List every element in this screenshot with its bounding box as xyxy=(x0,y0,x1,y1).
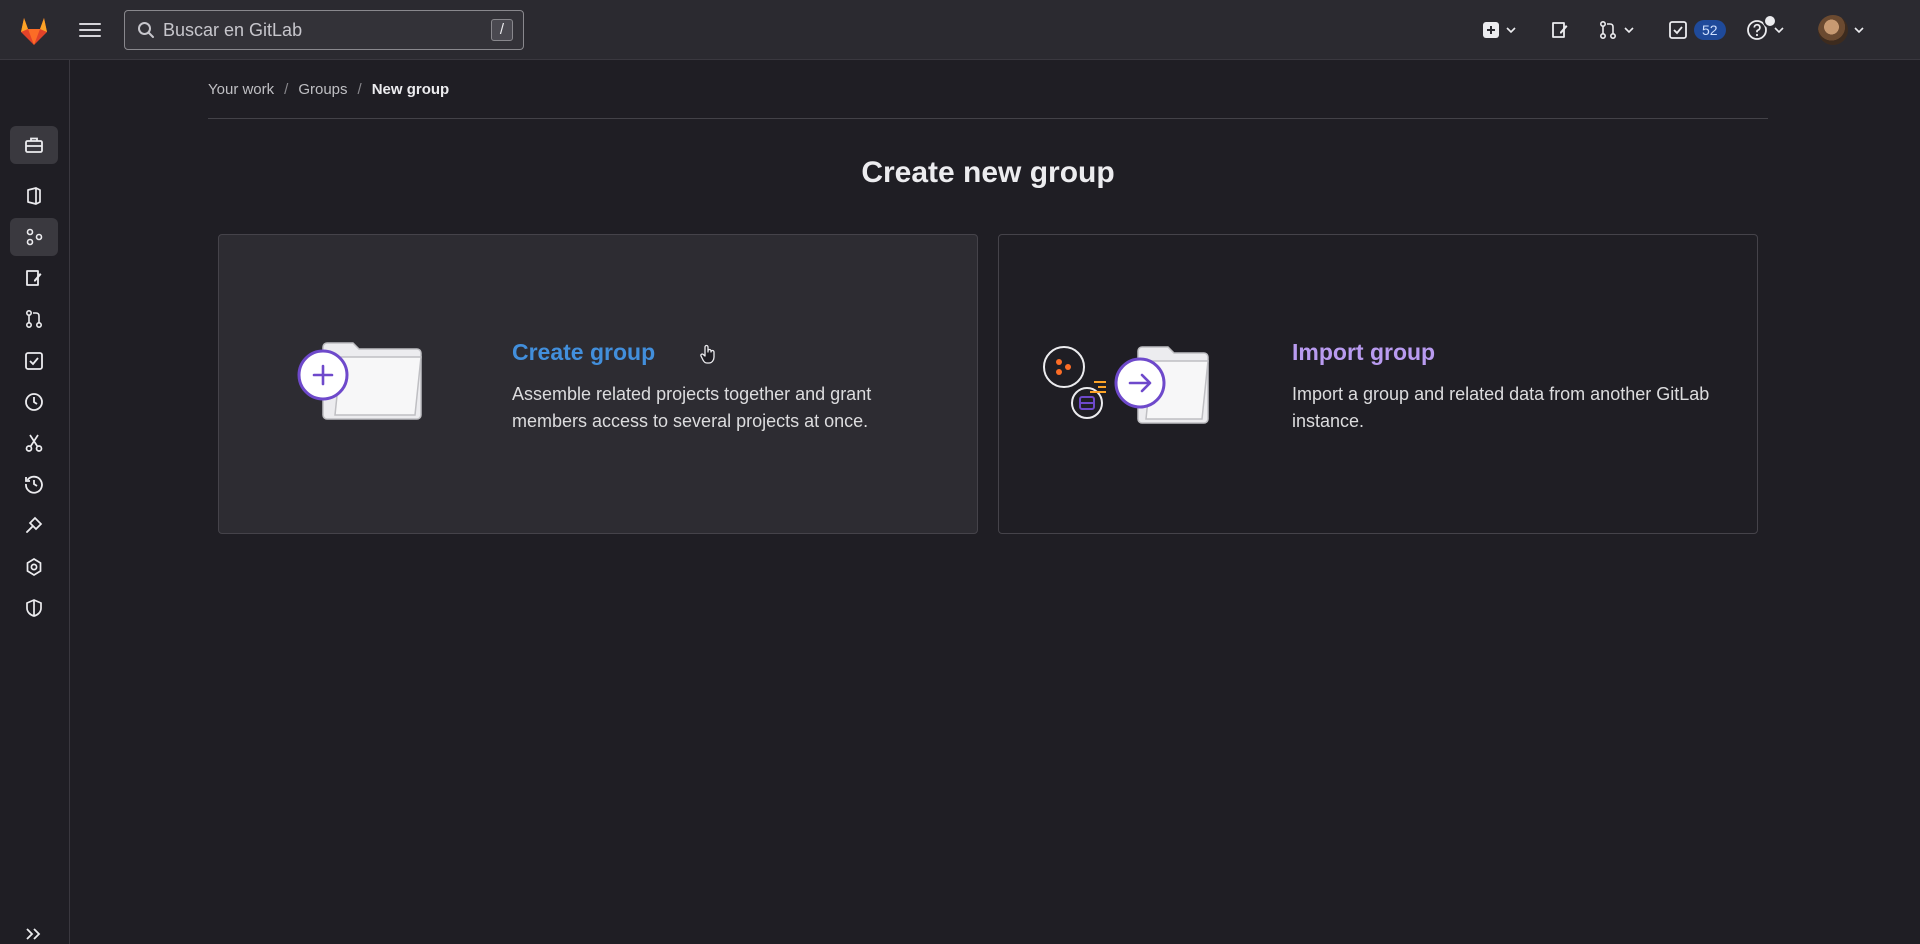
sidebar-item-projects[interactable] xyxy=(10,177,58,215)
sidebar-item-issues[interactable] xyxy=(10,259,58,297)
sidebar-item-milestones[interactable] xyxy=(10,383,58,421)
hamburger-line xyxy=(79,23,101,25)
sidebar xyxy=(0,60,70,944)
breadcrumb-separator: / xyxy=(284,80,289,98)
divider xyxy=(208,118,1768,119)
todos-count-badge: 52 xyxy=(1694,20,1726,40)
issues-icon xyxy=(1552,22,1568,38)
sidebar-item-todos[interactable] xyxy=(10,342,58,380)
briefcase-icon xyxy=(25,137,43,153)
import-group-title[interactable]: Import group xyxy=(1292,339,1435,366)
cloud-gear-icon xyxy=(26,558,42,576)
history-icon xyxy=(25,475,43,494)
hamburger-line xyxy=(79,29,101,31)
deployments-icon xyxy=(26,516,43,533)
breadcrumb-new-group[interactable]: New group xyxy=(372,81,450,98)
sidebar-item-your-work[interactable] xyxy=(10,126,58,164)
breadcrumb-your-work[interactable]: Your work xyxy=(208,81,274,98)
plus-square-icon xyxy=(1483,22,1499,38)
scissors-icon xyxy=(25,434,43,452)
search-shortcut-key: / xyxy=(491,19,513,41)
shield-icon xyxy=(26,599,42,617)
sidebar-item-snippets[interactable] xyxy=(10,424,58,462)
todo-checkbox-icon xyxy=(25,352,43,370)
merge-requests-button[interactable] xyxy=(1598,14,1634,46)
clock-icon xyxy=(25,393,43,411)
sidebar-item-security[interactable] xyxy=(10,589,58,627)
folder-plus-illustration-icon xyxy=(297,342,422,420)
issues-icon xyxy=(26,270,42,286)
hamburger-line xyxy=(79,35,101,37)
project-icon xyxy=(27,187,41,205)
todos-button[interactable]: 52 xyxy=(1668,14,1726,46)
expand-sidebar-icon[interactable] xyxy=(24,926,44,942)
search-input[interactable]: Buscar en GitLab / xyxy=(124,10,524,50)
create-group-description: Assemble related projects together and g… xyxy=(512,384,872,431)
folder-import-illustration-icon xyxy=(1043,346,1209,424)
breadcrumb: Your work / Groups / New group xyxy=(208,78,449,100)
sidebar-item-groups[interactable] xyxy=(10,218,58,256)
breadcrumb-separator: / xyxy=(357,80,362,98)
avatar xyxy=(1818,15,1848,45)
notification-dot xyxy=(1763,14,1777,28)
todo-checkbox-icon xyxy=(1669,21,1687,39)
gitlab-logo-icon[interactable] xyxy=(16,12,52,48)
chevron-down-icon xyxy=(1854,27,1864,34)
sidebar-item-environments[interactable] xyxy=(10,506,58,544)
breadcrumb-groups[interactable]: Groups xyxy=(298,81,347,98)
sidebar-item-operations[interactable] xyxy=(10,548,58,586)
group-icon xyxy=(26,228,43,246)
top-bar: Buscar en GitLab / 52 xyxy=(0,0,1920,60)
merge-request-icon xyxy=(25,309,43,329)
chevron-down-icon xyxy=(1774,27,1784,34)
import-group-description: Import a group and related data from ano… xyxy=(1292,384,1710,431)
search-placeholder: Buscar en GitLab xyxy=(163,19,303,40)
user-menu-button[interactable] xyxy=(1818,14,1864,46)
create-group-title[interactable]: Create group xyxy=(512,339,655,366)
search-icon xyxy=(138,22,154,38)
merge-request-icon xyxy=(1599,20,1617,40)
chevron-down-icon xyxy=(1506,27,1516,34)
sidebar-item-merge-requests[interactable] xyxy=(10,300,58,338)
hand-pointer-cursor-icon xyxy=(700,344,715,364)
page-title: Create new group xyxy=(861,156,1115,189)
chevron-down-icon xyxy=(1624,27,1634,34)
issues-button[interactable] xyxy=(1550,14,1570,46)
create-group-card[interactable]: Create group Assemble related projects t… xyxy=(218,234,978,534)
sidebar-item-activity[interactable] xyxy=(10,465,58,503)
import-group-card[interactable]: Import group Import a group and related … xyxy=(998,234,1758,534)
create-new-button[interactable] xyxy=(1482,14,1516,46)
menu-toggle-button[interactable] xyxy=(74,16,106,44)
